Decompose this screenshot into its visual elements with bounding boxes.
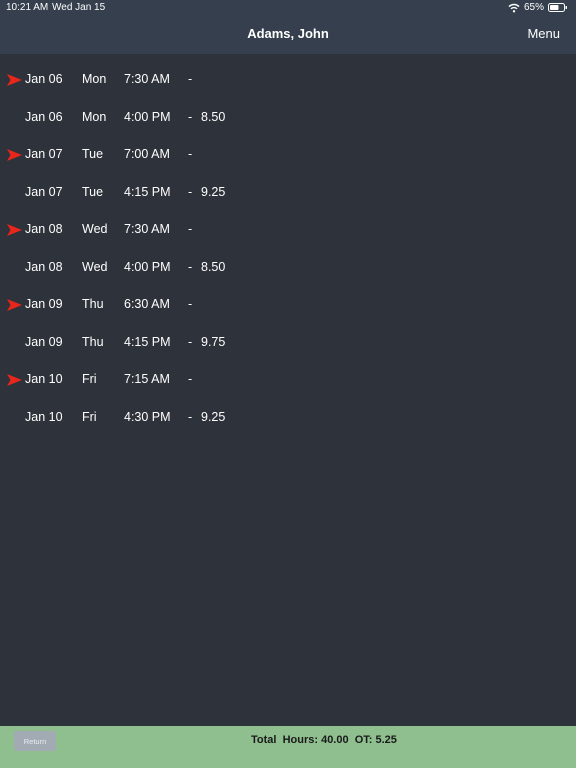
- entry-separator: -: [188, 259, 193, 274]
- entry-separator: -: [188, 297, 193, 311]
- entry-time: 4:15 PM: [124, 184, 171, 199]
- time-entry-row[interactable]: Jan 08 Wed 7:30 AM -: [0, 211, 576, 249]
- entry-date: Jan 07: [25, 184, 63, 199]
- menu-button[interactable]: Menu: [527, 26, 560, 41]
- entry-day: Fri: [82, 372, 97, 386]
- time-entry-row[interactable]: Jan 07 Tue 7:00 AM -: [0, 136, 576, 174]
- time-entry-row[interactable]: Jan 06 Mon 4:00 PM -8.50: [0, 99, 576, 137]
- entry-time: 7:30 AM: [124, 72, 170, 86]
- entry-date: Jan 06: [25, 109, 63, 124]
- time-entry-row[interactable]: Jan 10 Fri 4:30 PM -9.25: [0, 399, 576, 437]
- entry-time: 4:00 PM: [124, 259, 171, 274]
- entry-day: Mon: [82, 109, 107, 124]
- entry-day: Fri: [82, 409, 97, 424]
- battery-percent: 65%: [523, 2, 544, 13]
- clock-in-arrow-icon: [7, 74, 22, 86]
- page-title: Adams, John: [247, 26, 329, 41]
- entry-time: 7:15 AM: [124, 372, 170, 386]
- entry-separator: -: [188, 409, 193, 424]
- footer-bar: Return Total Hours: 40.00 OT: 5.25: [0, 726, 576, 768]
- entry-date: Jan 10: [25, 409, 63, 424]
- clock-in-arrow-icon: [7, 149, 22, 161]
- entry-date: Jan 08: [25, 259, 63, 274]
- entry-day: Tue: [82, 147, 104, 161]
- time-entry-row[interactable]: Jan 08 Wed 4:00 PM -8.50: [0, 249, 576, 287]
- status-date: Wed Jan 15: [52, 2, 106, 13]
- entry-date: Jan 09: [25, 334, 63, 349]
- entry-date: Jan 07: [25, 147, 63, 161]
- entry-date: Jan 09: [25, 297, 63, 311]
- entry-time: 4:30 PM: [124, 409, 171, 424]
- entry-day: Wed: [82, 259, 108, 274]
- entry-day: Wed: [82, 222, 108, 236]
- time-entry-row[interactable]: Jan 06 Mon 7:30 AM -: [0, 61, 576, 99]
- time-entry-row[interactable]: Jan 10 Fri 7:15 AM -: [0, 361, 576, 399]
- entry-hours: 9.25: [201, 184, 226, 199]
- entry-time: 7:00 AM: [124, 147, 170, 161]
- entry-separator: -: [188, 334, 193, 349]
- entry-separator: -: [188, 147, 193, 161]
- clock-in-arrow-icon: [7, 224, 22, 236]
- totals-text: Total Hours: 40.00 OT: 5.25: [251, 734, 397, 746]
- battery-icon: [548, 3, 567, 12]
- entry-hours: 8.50: [201, 259, 226, 274]
- entry-separator: -: [188, 222, 193, 236]
- entry-hours: 9.75: [201, 334, 226, 349]
- time-entry-row[interactable]: Jan 09 Thu 4:15 PM -9.75: [0, 324, 576, 362]
- entry-date: Jan 08: [25, 222, 63, 236]
- entry-separator: -: [188, 109, 193, 124]
- entry-hours: 8.50: [201, 109, 226, 124]
- clock-in-arrow-icon: [7, 299, 22, 311]
- wifi-icon: [508, 3, 520, 12]
- entry-day: Thu: [82, 334, 104, 349]
- entry-time: 7:30 AM: [124, 222, 170, 236]
- clock-in-arrow-icon: [7, 374, 22, 386]
- time-entry-list: Jan 06 Mon 7:30 AM - Jan 06 Mon 4:00 PM -8.50 Ja…: [0, 61, 576, 436]
- entry-day: Mon: [82, 72, 107, 86]
- entry-day: Tue: [82, 184, 104, 199]
- status-bar: 10:21 AM Wed Jan 15 65%: [0, 0, 576, 16]
- time-entry-row[interactable]: Jan 09 Thu 6:30 AM -: [0, 286, 576, 324]
- status-indicators: 65%: [508, 2, 568, 13]
- entry-separator: -: [188, 72, 193, 86]
- entry-separator: -: [188, 372, 193, 386]
- time-entry-row[interactable]: Jan 07 Tue 4:15 PM -9.25: [0, 174, 576, 212]
- entry-time: 4:00 PM: [124, 109, 171, 124]
- entry-separator: -: [188, 184, 193, 199]
- return-button[interactable]: Return: [14, 731, 56, 751]
- entry-time: 6:30 AM: [124, 297, 170, 311]
- status-time: 10:21 AM: [6, 2, 49, 13]
- entry-date: Jan 06: [25, 72, 63, 86]
- entry-time: 4:15 PM: [124, 334, 171, 349]
- entry-day: Thu: [82, 297, 104, 311]
- entry-hours: 9.25: [201, 409, 226, 424]
- navigation-bar: Adams, John Menu: [0, 16, 576, 54]
- entry-date: Jan 10: [25, 372, 63, 386]
